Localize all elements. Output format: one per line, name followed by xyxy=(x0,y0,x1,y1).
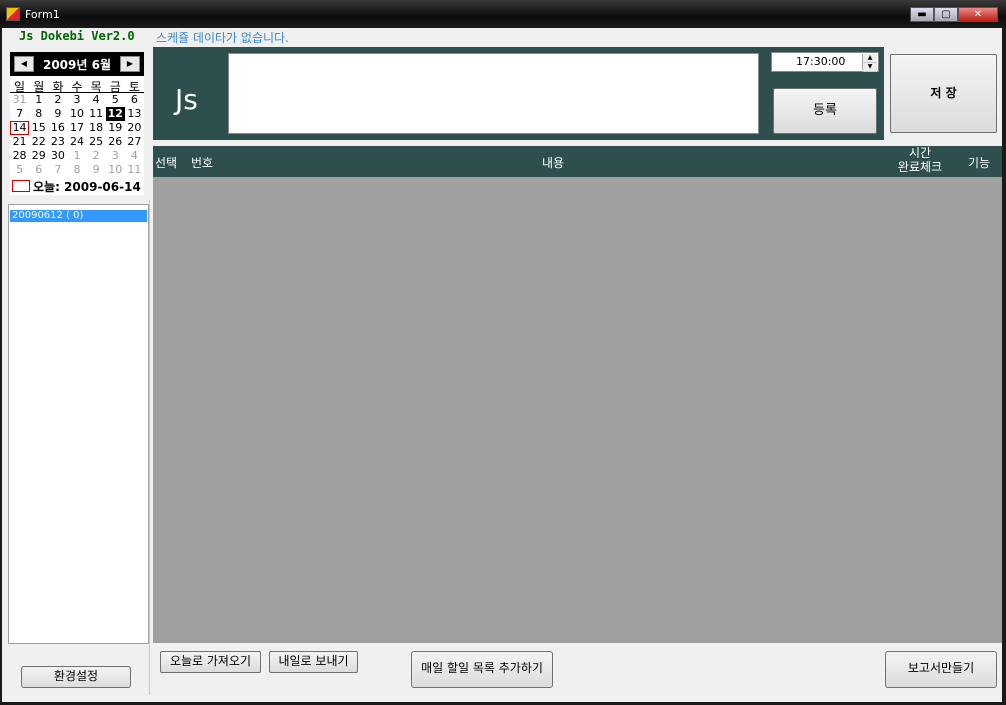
column-content[interactable]: 내용 xyxy=(542,154,564,171)
spin-up-icon[interactable]: ▲ xyxy=(863,54,877,63)
app-icon xyxy=(6,7,20,21)
column-number[interactable]: 번호 xyxy=(191,154,213,171)
app-name-label: Js Dokebi Ver2.0 xyxy=(19,29,135,43)
calendar-header: ◀ 2009년 6월 ▶ xyxy=(10,52,144,76)
calendar-day[interactable]: 5 xyxy=(10,163,29,177)
calendar-day[interactable]: 5 xyxy=(106,93,125,107)
grid-header: 선택 번호 내용 시간 완료체크 기능 xyxy=(153,146,1002,177)
calendar-day-today[interactable]: 14 xyxy=(10,121,30,135)
title-bar[interactable]: Form1 ▬ ▢ ✕ xyxy=(0,0,1006,28)
calendar-day[interactable]: 3 xyxy=(106,149,125,163)
calendar-day[interactable]: 24 xyxy=(67,135,86,149)
time-picker[interactable]: 17:30:00 ▲ ▼ xyxy=(771,52,879,72)
calendar-day[interactable]: 1 xyxy=(29,93,48,107)
spin-down-icon[interactable]: ▼ xyxy=(863,63,877,72)
calendar-day[interactable]: 15 xyxy=(29,121,48,135)
window-frame-left xyxy=(0,28,2,705)
calendar-day[interactable]: 8 xyxy=(67,163,86,177)
today-label: 오늘: 2009-06-14 xyxy=(33,180,141,194)
make-report-button[interactable]: 보고서만들기 xyxy=(885,651,997,688)
close-button[interactable]: ✕ xyxy=(958,7,998,22)
calendar-day[interactable]: 7 xyxy=(10,107,29,121)
bring-today-button[interactable]: 오늘로 가져오기 xyxy=(160,651,261,673)
calendar-day[interactable]: 26 xyxy=(106,135,125,149)
calendar-day[interactable]: 9 xyxy=(87,163,106,177)
calendar-day[interactable]: 3 xyxy=(67,93,86,107)
memo-input[interactable] xyxy=(228,53,759,134)
register-button[interactable]: 등록 xyxy=(773,88,877,134)
column-time-line2: 완료체크 xyxy=(897,160,943,174)
calendar-day[interactable]: 8 xyxy=(29,107,48,121)
send-tomorrow-button[interactable]: 내일로 보내기 xyxy=(269,651,358,673)
window-controls: ▬ ▢ ✕ xyxy=(910,7,998,23)
calendar-day[interactable]: 21 xyxy=(10,135,29,149)
calendar-day[interactable]: 30 xyxy=(48,149,67,163)
calendar-day[interactable]: 25 xyxy=(87,135,106,149)
column-time-line1: 시간 xyxy=(908,146,932,160)
calendar-days: 31 1 2 3 4 5 6 7 8 9 10 11 12 13 14 15 16 17 18 19 20 21 22 23 2… xyxy=(10,93,144,177)
calendar-day[interactable]: 18 xyxy=(87,121,106,135)
calendar-day[interactable]: 10 xyxy=(106,163,125,177)
calendar-day[interactable]: 11 xyxy=(125,163,144,177)
today-marker-icon xyxy=(12,180,30,192)
calendar-day[interactable]: 6 xyxy=(125,93,144,107)
time-value: 17:30:00 xyxy=(796,55,846,68)
date-list-item[interactable]: 20090612 ( 0) xyxy=(10,210,147,222)
window-title: Form1 xyxy=(25,8,60,21)
time-spinner[interactable]: ▲ ▼ xyxy=(862,54,877,72)
schedule-grid[interactable] xyxy=(153,177,1002,643)
calendar-day[interactable]: 7 xyxy=(48,163,67,177)
calendar-day[interactable]: 4 xyxy=(87,93,106,107)
calendar-day[interactable]: 11 xyxy=(87,107,106,121)
calendar-day[interactable]: 4 xyxy=(125,149,144,163)
save-button[interactable]: 저 장 xyxy=(890,54,997,133)
entry-panel: Js 17:30:00 ▲ ▼ 등록 xyxy=(153,47,884,140)
calendar-day[interactable]: 23 xyxy=(48,135,67,149)
calendar-day[interactable]: 16 xyxy=(48,121,67,135)
column-function[interactable]: 기능 xyxy=(968,154,990,171)
calendar-today[interactable]: 오늘: 2009-06-14 xyxy=(12,178,141,195)
calendar-day-selected[interactable]: 12 xyxy=(105,107,125,121)
minimize-button[interactable]: ▬ xyxy=(910,7,934,22)
calendar-day[interactable]: 6 xyxy=(29,163,48,177)
add-daily-button[interactable]: 매일 할일 목록 추가하기 xyxy=(411,651,553,688)
calendar-day[interactable]: 27 xyxy=(125,135,144,149)
calendar-day[interactable]: 17 xyxy=(67,121,86,135)
calendar-day[interactable]: 10 xyxy=(67,107,86,121)
next-month-button[interactable]: ▶ xyxy=(120,56,140,72)
main-window: Form1 ▬ ▢ ✕ Js Dokebi Ver2.0 스케쥴 데이타가 없습… xyxy=(0,0,1006,705)
divider xyxy=(149,200,150,695)
calendar-day[interactable]: 1 xyxy=(67,149,86,163)
calendar-day[interactable]: 13 xyxy=(125,107,144,121)
calendar-day[interactable]: 2 xyxy=(87,149,106,163)
calendar-day[interactable]: 28 xyxy=(10,149,29,163)
calendar-day[interactable]: 19 xyxy=(106,121,125,135)
logo-text: Js xyxy=(175,83,198,116)
calendar-day[interactable]: 20 xyxy=(125,121,144,135)
calendar-day[interactable]: 9 xyxy=(48,107,67,121)
settings-button[interactable]: 환경설정 xyxy=(21,666,131,688)
month-calendar[interactable]: ◀ 2009년 6월 ▶ 일월화수목금토 31 1 2 3 4 5 6 7 8 9 10 11 12 13… xyxy=(10,52,144,195)
calendar-day[interactable]: 2 xyxy=(48,93,67,107)
status-message: 스케쥴 데이타가 없습니다. xyxy=(156,31,289,45)
window-frame-right xyxy=(1002,28,1006,705)
calendar-day[interactable]: 31 xyxy=(10,93,29,107)
calendar-day[interactable]: 22 xyxy=(29,135,48,149)
date-listbox[interactable]: 20090612 ( 0) xyxy=(8,204,149,644)
column-select[interactable]: 선택 xyxy=(155,154,177,171)
calendar-weekdays: 일월화수목금토 xyxy=(10,78,144,94)
maximize-button[interactable]: ▢ xyxy=(934,7,958,22)
column-time[interactable]: 시간 완료체크 xyxy=(895,146,945,174)
calendar-day[interactable]: 29 xyxy=(29,149,48,163)
